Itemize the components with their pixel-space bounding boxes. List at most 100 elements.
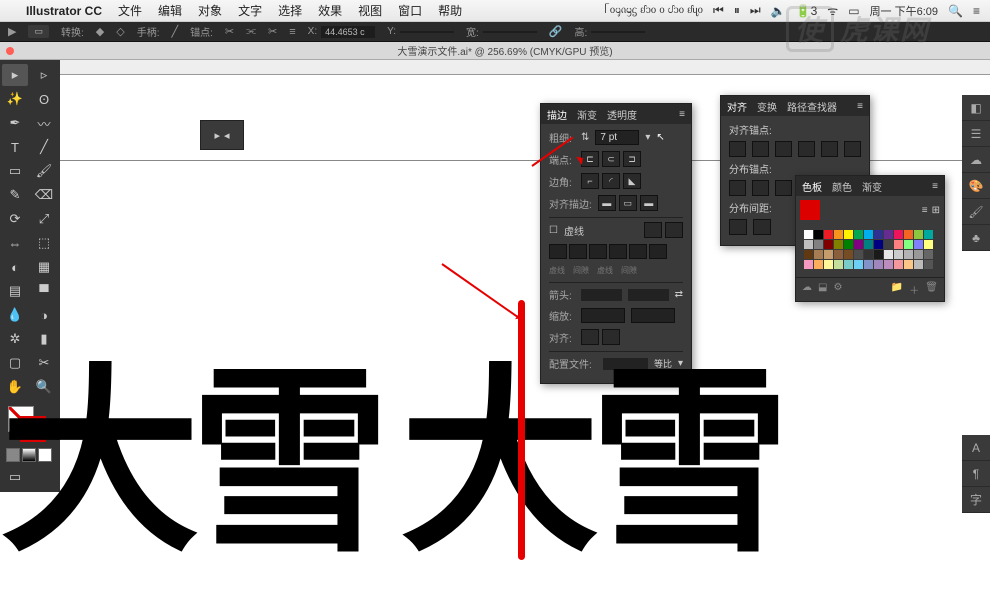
handle-icon[interactable]: ╱ xyxy=(171,25,178,38)
swatch[interactable] xyxy=(914,260,923,269)
swatch[interactable] xyxy=(924,230,933,239)
swatch[interactable] xyxy=(904,230,913,239)
tab-transform[interactable]: 变换 xyxy=(757,99,777,114)
menu-help[interactable]: 帮助 xyxy=(430,2,470,19)
brush-tool[interactable]: 🖌 xyxy=(31,160,57,182)
dist-top[interactable] xyxy=(729,180,746,196)
panel-menu-icon[interactable]: ≡ xyxy=(857,101,863,112)
panel-menu-icon[interactable]: ≡ xyxy=(679,109,685,120)
swatch[interactable] xyxy=(824,250,833,259)
swatch[interactable] xyxy=(814,240,823,249)
volume-icon[interactable]: 🔈 xyxy=(771,4,786,18)
chip[interactable]: ▭ xyxy=(28,25,49,38)
scale-tool[interactable]: ⤢ xyxy=(31,208,57,230)
dropdown-icon[interactable]: ▾ xyxy=(645,132,650,143)
menu-object[interactable]: 对象 xyxy=(190,2,230,19)
dock-libraries-icon[interactable]: ☁ xyxy=(962,147,990,173)
selection-tool[interactable]: ▸ xyxy=(2,64,28,86)
close-window-icon[interactable] xyxy=(6,47,14,55)
shape-builder-tool[interactable]: ◐ xyxy=(2,256,28,278)
dashed-checkbox[interactable]: ☐ xyxy=(549,225,558,236)
gap3[interactable] xyxy=(649,244,667,259)
cap-square[interactable]: ⊐ xyxy=(623,151,641,167)
prev-icon[interactable]: ⏮ xyxy=(713,3,724,18)
menu-icon[interactable]: ≡ xyxy=(973,4,980,18)
connect-icon[interactable]: ⫘ xyxy=(246,25,256,38)
tab-color[interactable]: 颜色 xyxy=(832,179,852,194)
tab-gradient[interactable]: 渐变 xyxy=(577,107,597,122)
anchor-convert2-icon[interactable]: ◇ xyxy=(116,25,124,38)
arrow-start[interactable] xyxy=(581,289,622,301)
swatch[interactable] xyxy=(834,250,843,259)
swatch[interactable] xyxy=(804,230,813,239)
swatch[interactable] xyxy=(924,250,933,259)
dock-layers-icon[interactable]: ☰ xyxy=(962,121,990,147)
dash-align2[interactable] xyxy=(665,222,683,238)
rectangle-tool[interactable]: ▭ xyxy=(2,160,28,182)
current-fill-swatch[interactable] xyxy=(800,200,820,220)
align-right[interactable] xyxy=(775,141,792,157)
next-icon[interactable]: ⏭ xyxy=(750,3,761,18)
swatch[interactable] xyxy=(814,260,823,269)
swatch[interactable] xyxy=(874,260,883,269)
swatch[interactable] xyxy=(874,250,883,259)
new-group-icon[interactable]: 📁 xyxy=(891,282,903,297)
swatch-menu-icon[interactable]: ≡ xyxy=(922,205,928,216)
menu-type[interactable]: 文字 xyxy=(230,2,270,19)
pause-icon[interactable]: ⏸ xyxy=(734,3,740,18)
anchor-left-icon[interactable]: ▸ xyxy=(214,129,220,142)
swatch[interactable] xyxy=(864,230,873,239)
tab-stroke[interactable]: 描边 xyxy=(547,107,567,122)
swatch[interactable] xyxy=(884,240,893,249)
swatch-kind-icon[interactable]: ⬓ xyxy=(818,282,827,297)
align-bottom[interactable] xyxy=(844,141,861,157)
gap1[interactable] xyxy=(569,244,587,259)
menu-window[interactable]: 窗口 xyxy=(390,2,430,19)
swatch[interactable] xyxy=(834,240,843,249)
swatch[interactable] xyxy=(884,260,893,269)
weight-input[interactable] xyxy=(595,130,639,145)
corner-round[interactable]: ◜ xyxy=(602,173,620,189)
swatch[interactable] xyxy=(914,250,923,259)
align-inside[interactable]: ▭ xyxy=(619,195,637,211)
corner-miter[interactable]: ⌐ xyxy=(581,173,599,189)
tab-transparency[interactable]: 透明度 xyxy=(607,107,637,122)
panel-menu-icon[interactable]: ≡ xyxy=(932,181,938,192)
drawn-red-stroke[interactable] xyxy=(518,300,525,560)
dist-vcenter[interactable] xyxy=(752,180,769,196)
swatch[interactable] xyxy=(824,230,833,239)
dash-align1[interactable] xyxy=(644,222,662,238)
swatch[interactable] xyxy=(894,250,903,259)
swatch[interactable] xyxy=(804,260,813,269)
x-value[interactable]: 44.4653 c xyxy=(321,26,375,38)
dash3[interactable] xyxy=(629,244,647,259)
swatch[interactable] xyxy=(844,260,853,269)
y-value[interactable] xyxy=(400,31,454,33)
dist-hspace[interactable] xyxy=(753,219,771,235)
gradient-tool[interactable]: ▀ xyxy=(31,280,57,302)
tab-swatches[interactable]: 色板 xyxy=(802,179,822,194)
cut-path-icon[interactable]: ✂ xyxy=(268,25,277,38)
cap-round[interactable]: ⊂ xyxy=(602,151,620,167)
mesh-tool[interactable]: ▤ xyxy=(2,280,28,302)
swatch[interactable] xyxy=(904,240,913,249)
menu-edit[interactable]: 编辑 xyxy=(150,2,190,19)
dash2[interactable] xyxy=(589,244,607,259)
search-icon[interactable]: 🔍 xyxy=(948,4,963,18)
swatch[interactable] xyxy=(894,230,903,239)
swatch[interactable] xyxy=(854,260,863,269)
swatch[interactable] xyxy=(844,230,853,239)
swatch[interactable] xyxy=(894,240,903,249)
swatch[interactable] xyxy=(924,240,933,249)
shaper-tool[interactable]: ✎ xyxy=(2,184,28,206)
swatch[interactable] xyxy=(844,250,853,259)
swatch[interactable] xyxy=(914,240,923,249)
new-swatch-icon[interactable]: ＋ xyxy=(909,282,919,297)
menu-select[interactable]: 选择 xyxy=(270,2,310,19)
swatch[interactable] xyxy=(914,230,923,239)
swatch[interactable] xyxy=(854,230,863,239)
width-tool[interactable]: ⇔ xyxy=(2,232,28,254)
ruler-horizontal[interactable] xyxy=(25,60,990,75)
rotate-tool[interactable]: ⟳ xyxy=(2,208,28,230)
line-tool[interactable]: ╱ xyxy=(31,136,57,158)
